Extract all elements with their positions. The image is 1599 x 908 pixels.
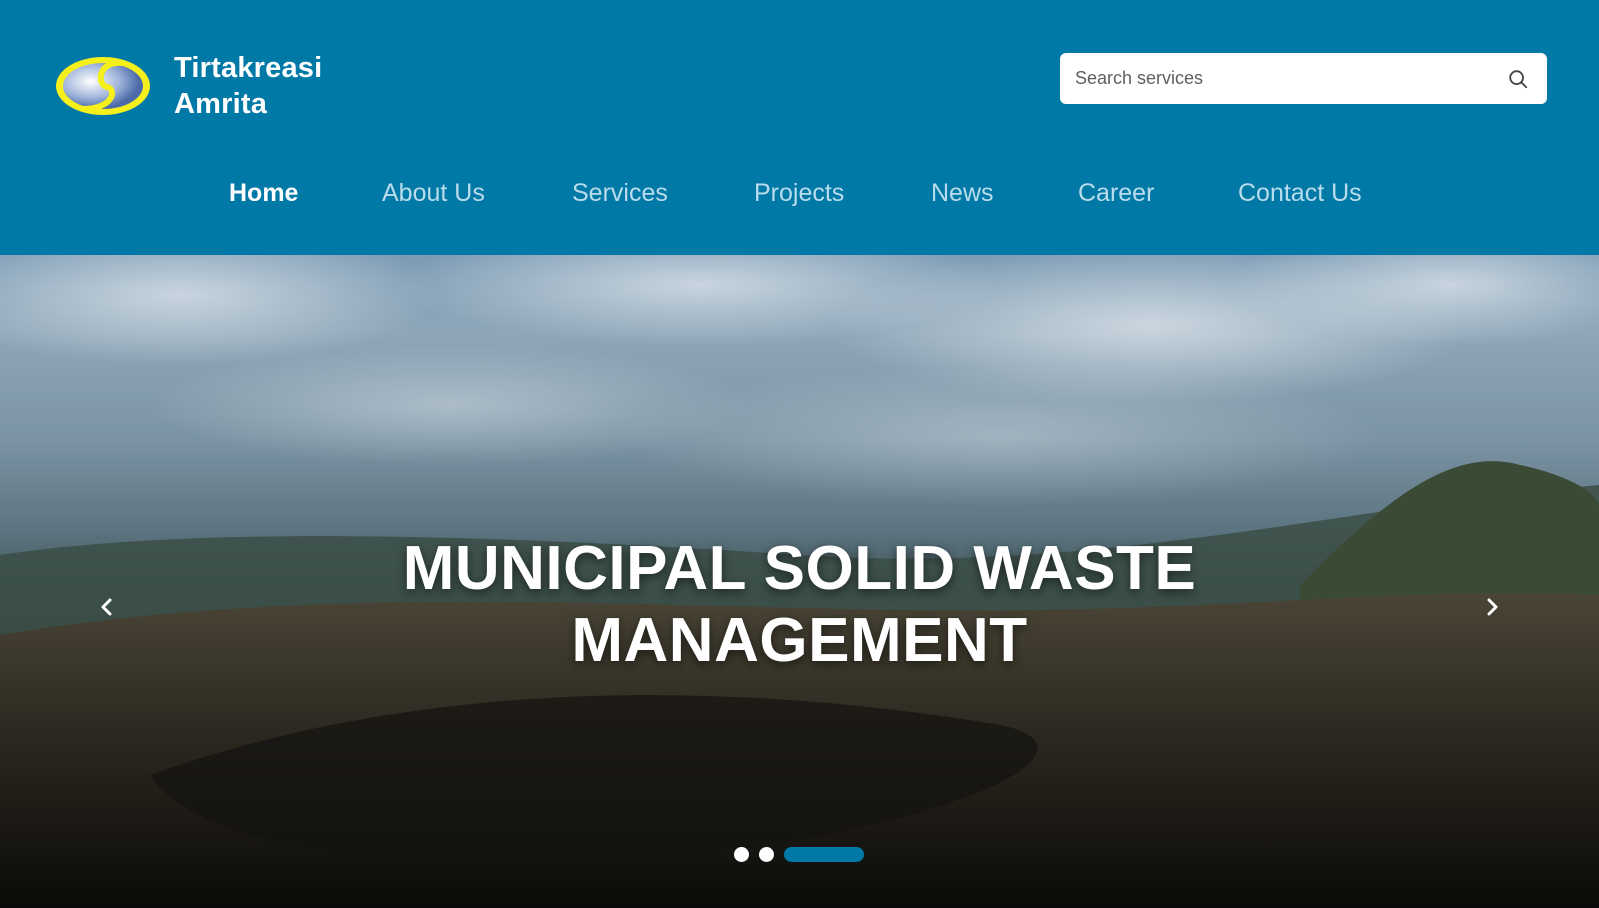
hero-slider: MUNICIPAL SOLID WASTE MANAGEMENT xyxy=(0,255,1599,908)
slider-prev-button[interactable] xyxy=(92,592,122,622)
chevron-right-icon xyxy=(1487,598,1498,616)
nav-item-career[interactable]: Career xyxy=(1078,179,1154,208)
nav-item-news[interactable]: News xyxy=(931,179,994,208)
brand-name-line2: Amrita xyxy=(174,88,268,120)
brand[interactable]: Tirtakreasi Amrita xyxy=(52,50,322,122)
nav-item-about-us[interactable]: About Us xyxy=(382,179,485,208)
brand-name: Tirtakreasi Amrita xyxy=(174,50,322,122)
nav-item-services[interactable]: Services xyxy=(572,179,668,208)
slider-dot-3-active[interactable] xyxy=(784,847,864,862)
chevron-left-icon xyxy=(101,598,112,616)
slider-dot-2[interactable] xyxy=(759,847,774,862)
search-box xyxy=(1060,53,1547,104)
slider-pagination xyxy=(734,847,864,862)
company-logo-icon[interactable] xyxy=(52,53,154,119)
hero-title-line1: MUNICIPAL SOLID WASTE xyxy=(402,534,1197,603)
search-input[interactable] xyxy=(1060,53,1547,104)
slider-dot-1[interactable] xyxy=(734,847,749,862)
main-nav: Home About Us Services Projects News Car… xyxy=(0,175,1599,215)
nav-item-projects[interactable]: Projects xyxy=(754,179,844,208)
site-header: Tirtakreasi Amrita Home About Us Service… xyxy=(0,0,1599,255)
brand-name-line1: Tirtakreasi xyxy=(174,52,323,84)
search-icon[interactable] xyxy=(1507,68,1529,90)
hero-title-line2: MANAGEMENT xyxy=(571,606,1028,675)
slider-next-button[interactable] xyxy=(1477,592,1507,622)
nav-item-home[interactable]: Home xyxy=(229,179,298,208)
nav-item-contact-us[interactable]: Contact Us xyxy=(1238,179,1362,208)
hero-title: MUNICIPAL SOLID WASTE MANAGEMENT xyxy=(0,533,1599,677)
